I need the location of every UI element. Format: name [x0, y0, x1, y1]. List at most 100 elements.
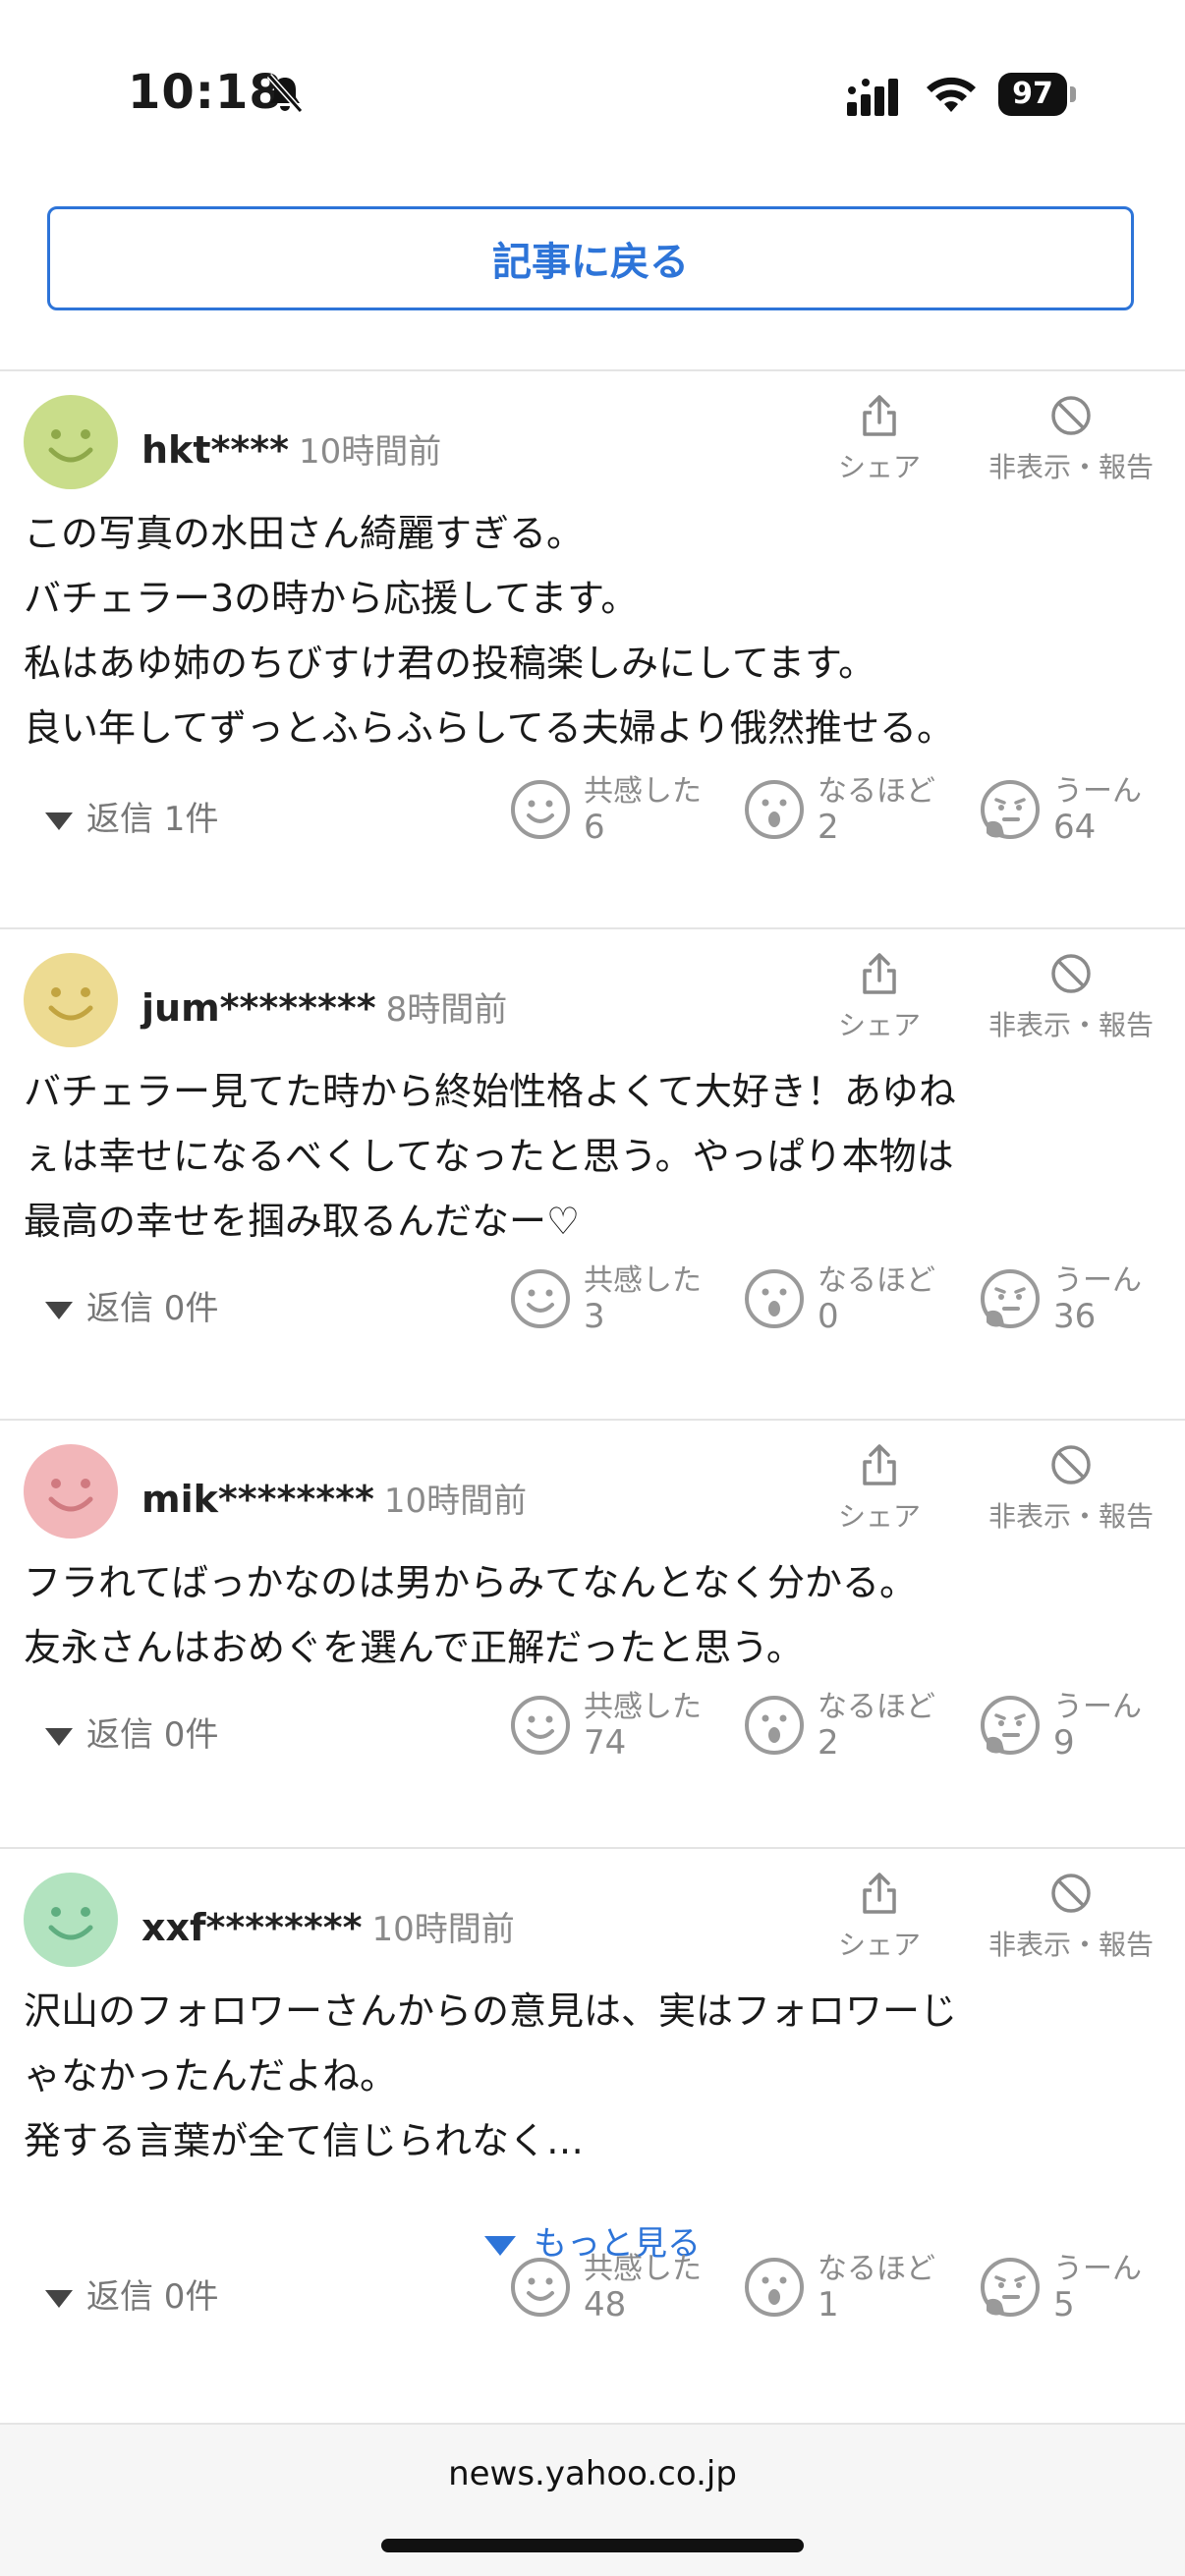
- empathy-button[interactable]: 共感した 3: [509, 1256, 725, 1344]
- naruhodo-button[interactable]: なるほど 1: [743, 2244, 959, 2332]
- comment-username[interactable]: xxf******** 10時間前: [141, 1902, 515, 1950]
- avatar-smiley-icon[interactable]: [24, 953, 118, 1047]
- back-to-article-button[interactable]: 記事に戻る: [47, 206, 1134, 310]
- hide-report-button[interactable]: 非表示・報告: [973, 393, 1169, 485]
- share-button[interactable]: シェア: [825, 393, 933, 485]
- battery-nub: [1070, 86, 1076, 102]
- uun-button[interactable]: うーん 9: [979, 1682, 1185, 1770]
- smile-face-icon: [511, 780, 570, 839]
- smile-face-icon: [511, 2258, 570, 2317]
- home-indicator[interactable]: [381, 2539, 804, 2552]
- comment-timestamp: 10時間前: [371, 1910, 515, 1949]
- username-text[interactable]: xxf********: [141, 1906, 363, 1949]
- empathy-label: 共感した: [584, 2252, 702, 2286]
- reply-count: 返信 0件: [86, 1289, 219, 1328]
- empathy-count: 3: [584, 1297, 605, 1336]
- reply-toggle[interactable]: 返信 0件: [45, 2269, 218, 2318]
- empathy-button[interactable]: 共感した 74: [509, 1682, 725, 1770]
- naruhodo-button[interactable]: なるほど 0: [743, 1256, 959, 1344]
- uun-label: うーん: [1053, 774, 1142, 809]
- share-button[interactable]: シェア: [825, 1442, 933, 1535]
- surprised-face-icon: [745, 780, 804, 839]
- surprised-face-icon: [745, 1269, 804, 1328]
- avatar-smiley-icon[interactable]: [24, 1444, 118, 1539]
- comment-line: 沢山のフォロワーさんからの意見は、実はフォロワーじ: [24, 1989, 958, 2033]
- share-label: シェア: [837, 1009, 921, 1041]
- triangle-down-icon: [45, 1727, 73, 1746]
- hide-report-label: 非表示・報告: [988, 1929, 1154, 1961]
- smile-face-icon: [511, 1269, 570, 1328]
- uun-label: うーん: [1053, 1690, 1142, 1724]
- comment-actions: 返信 1件 共感した 6 なるほど 2 うーん 64: [0, 766, 1185, 855]
- browser-bottom-bar: news.yahoo.co.jp: [0, 2425, 1185, 2576]
- empathy-button[interactable]: 共感した 6: [509, 766, 725, 855]
- url-bar[interactable]: news.yahoo.co.jp: [0, 2454, 1185, 2493]
- comment-card: xxf******** 10時間前 シェア 非表示・報告 沢山のフォロワーさんから…: [0, 1849, 1185, 2425]
- empathy-count: 48: [584, 2285, 627, 2324]
- empathy-label: 共感した: [584, 774, 702, 809]
- reply-count: 返信 1件: [86, 800, 219, 839]
- comment-line: 最高の幸せを掴み取るんだなー♡: [24, 1200, 581, 1243]
- comment-card: jum******** 8時間前 シェア 非表示・報告 バチェラー見てた時から終始…: [0, 929, 1185, 1421]
- reply-toggle[interactable]: 返信 0件: [45, 1708, 218, 1756]
- bell-muted-icon: [266, 74, 304, 113]
- naruhodo-button[interactable]: なるほど 2: [743, 1682, 959, 1770]
- comment-timestamp: 10時間前: [383, 1482, 528, 1521]
- hide-report-button[interactable]: 非表示・報告: [973, 951, 1169, 1043]
- cellular-signal-icon: [847, 79, 898, 116]
- comment-body: バチェラー見てた時から終始性格よくて大好き！あゆね ぇは幸せになるべくしてなったと…: [24, 1059, 1163, 1254]
- comment-line: 私はあゆ姉のちびすけ君の投稿楽しみにしてます。: [24, 642, 876, 685]
- share-icon: [863, 1873, 896, 1914]
- empathy-count: 74: [584, 1723, 627, 1763]
- naruhodo-label: なるほど: [818, 774, 935, 809]
- uun-label: うーん: [1053, 1263, 1142, 1298]
- comment-card: hkt**** 10時間前 シェア 非表示・報告 この写真の水田さん綺麗すぎる。バ…: [0, 371, 1185, 929]
- comment-username[interactable]: jum******** 8時間前: [141, 982, 507, 1031]
- comment-line: 良い年してずっとふらふらしてる夫婦より俄然推せる。: [24, 706, 954, 750]
- naruhodo-label: なるほど: [818, 2252, 935, 2286]
- avatar-smiley-icon[interactable]: [24, 1873, 118, 1967]
- comment-username[interactable]: mik******** 10時間前: [141, 1474, 527, 1522]
- reply-toggle[interactable]: 返信 0件: [45, 1281, 218, 1329]
- comment-line: バチェラー3の時から応援してます。: [24, 577, 639, 620]
- empathy-button[interactable]: 共感した 48: [509, 2244, 725, 2332]
- empathy-label: 共感した: [584, 1690, 702, 1724]
- comment-line: フラれてばっかなのは男からみてなんとなく分かる。: [24, 1561, 917, 1604]
- naruhodo-count: 1: [818, 2285, 839, 2324]
- hide-report-button[interactable]: 非表示・報告: [973, 1871, 1169, 1963]
- comment-actions: 返信 0件 共感した 3 なるほど 0 うーん 36: [0, 1256, 1185, 1344]
- thinking-face-icon: [981, 1696, 1040, 1755]
- share-icon: [863, 395, 896, 436]
- smile-face-icon: [511, 1696, 570, 1755]
- hide-report-label: 非表示・報告: [988, 1500, 1154, 1533]
- empathy-count: 6: [584, 808, 605, 847]
- uun-button[interactable]: うーん 5: [979, 2244, 1185, 2332]
- comment-body: この写真の水田さん綺麗すぎる。 バチェラー3の時から応援してます。 私はあゆ姉のちび…: [24, 501, 1163, 760]
- username-text[interactable]: hkt****: [141, 428, 289, 472]
- status-bar: 10:18 97: [0, 0, 1185, 196]
- comment-card: mik******** 10時間前 シェア 非表示・報告 フラれてばっかなのは男か…: [0, 1421, 1185, 1849]
- share-button[interactable]: シェア: [825, 951, 933, 1043]
- comment-line: ゃなかったんだよね。: [24, 2054, 398, 2098]
- uun-button[interactable]: うーん 36: [979, 1256, 1185, 1344]
- reply-count: 返信 0件: [86, 2277, 219, 2317]
- wifi-icon: [927, 77, 976, 112]
- avatar-smiley-icon[interactable]: [24, 395, 118, 489]
- naruhodo-button[interactable]: なるほど 2: [743, 766, 959, 855]
- hide-report-button[interactable]: 非表示・報告: [973, 1442, 1169, 1535]
- reply-count: 返信 0件: [86, 1715, 219, 1755]
- thinking-face-icon: [981, 1269, 1040, 1328]
- prohibit-icon: [1051, 1445, 1091, 1484]
- triangle-down-icon: [45, 1301, 73, 1319]
- comment-username[interactable]: hkt**** 10時間前: [141, 424, 441, 473]
- battery-indicator: 97: [998, 73, 1077, 116]
- share-icon: [863, 1444, 896, 1485]
- surprised-face-icon: [745, 2258, 804, 2317]
- username-text[interactable]: mik********: [141, 1478, 374, 1521]
- comment-line: 友永さんはおめぐを選んで正解だったと思う。: [24, 1626, 804, 1669]
- share-button[interactable]: シェア: [825, 1871, 933, 1963]
- uun-button[interactable]: うーん 64: [979, 766, 1185, 855]
- username-text[interactable]: jum********: [141, 986, 376, 1030]
- reply-toggle[interactable]: 返信 1件: [45, 792, 218, 840]
- uun-count: 9: [1053, 1723, 1075, 1763]
